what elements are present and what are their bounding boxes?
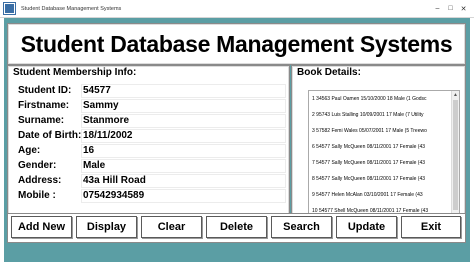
- dob-row: Date of Birth: 18/11/2002: [18, 128, 286, 143]
- surname-input[interactable]: Stanmore: [81, 113, 286, 128]
- surname-label: Surname:: [18, 115, 65, 126]
- age-input[interactable]: 16: [81, 143, 286, 158]
- list-item[interactable]: 7 54577 Sally McQueen 08/11/2001 17 Fema…: [312, 160, 425, 166]
- student-membership-frame: Student Membership Info: Student ID: 545…: [7, 65, 290, 224]
- add-new-button[interactable]: Add New: [11, 216, 72, 238]
- address-input[interactable]: 43a Hill Road: [81, 173, 286, 188]
- bottom-strip: [7, 243, 464, 257]
- list-item[interactable]: 9 54577 Helen McAlan 03/10/2001 17 Femal…: [312, 192, 423, 198]
- age-row: Age: 16: [18, 143, 286, 158]
- gender-label: Gender:: [18, 160, 57, 171]
- clear-button[interactable]: Clear: [141, 216, 202, 238]
- membership-frame-label: Student Membership Info:: [13, 67, 137, 78]
- firstname-row: Firstname: Sammy: [18, 98, 286, 113]
- dob-input[interactable]: 18/11/2002: [81, 128, 286, 143]
- list-item[interactable]: 3 57582 Femi Wales 05/07/2001 17 Male (5…: [312, 128, 427, 134]
- exit-button[interactable]: Exit: [401, 216, 461, 238]
- close-icon[interactable]: ✕: [457, 0, 470, 17]
- app-icon: [4, 3, 15, 14]
- minimize-icon[interactable]: –: [431, 0, 444, 17]
- book-details-label: Book Details:: [297, 67, 361, 78]
- student-id-row: Student ID: 54577: [18, 83, 286, 98]
- scroll-thumb[interactable]: [453, 100, 458, 210]
- mobile-label: Mobile :: [18, 190, 56, 201]
- mobile-input[interactable]: 07542934589: [81, 188, 286, 203]
- button-frame: Add New Display Clear Delete Search Upda…: [7, 213, 466, 243]
- address-row: Address: 43a Hill Road: [18, 173, 286, 188]
- firstname-input[interactable]: Sammy: [81, 98, 286, 113]
- header-frame: Student Database Management Systems: [7, 23, 466, 65]
- firstname-label: Firstname:: [18, 100, 70, 111]
- delete-button[interactable]: Delete: [206, 216, 267, 238]
- title-bar: Student Database Management Systems – □ …: [0, 0, 474, 18]
- age-label: Age:: [18, 145, 41, 156]
- window-controls: – □ ✕: [431, 0, 470, 17]
- list-item[interactable]: 2 95743 Luis Stalling 10/09/2001 17 Male…: [312, 112, 423, 118]
- window-title: Student Database Management Systems: [21, 5, 122, 12]
- mobile-row: Mobile : 07542934589: [18, 188, 286, 203]
- vertical-scrollbar[interactable]: ▲ ▼: [451, 91, 459, 222]
- student-id-label: Student ID:: [18, 85, 72, 96]
- display-button[interactable]: Display: [76, 216, 137, 238]
- book-details-listbox[interactable]: 1 34563 Paul Oamen 15/10/2000 18 Male (1…: [308, 90, 460, 223]
- gender-input[interactable]: Male: [81, 158, 286, 173]
- list-item[interactable]: 8 54577 Sally McQueen 08/11/2001 17 Fema…: [312, 176, 425, 182]
- scroll-up-icon[interactable]: ▲: [452, 91, 459, 99]
- app-window: Student Database Management Systems Stud…: [4, 18, 470, 262]
- list-item[interactable]: 1 34563 Paul Oamen 15/10/2000 18 Male (1…: [312, 96, 427, 102]
- page-title: Student Database Management Systems: [20, 30, 453, 57]
- address-label: Address:: [18, 175, 62, 186]
- update-button[interactable]: Update: [336, 216, 397, 238]
- maximize-icon[interactable]: □: [444, 0, 457, 17]
- gender-row: Gender: Male: [18, 158, 286, 173]
- search-button[interactable]: Search: [271, 216, 332, 238]
- surname-row: Surname: Stanmore: [18, 113, 286, 128]
- list-item[interactable]: 6 54577 Sally McQueen 08/11/2001 17 Fema…: [312, 144, 425, 150]
- student-id-input[interactable]: 54577: [81, 83, 286, 98]
- book-details-frame: Book Details: 1 34563 Paul Oamen 15/10/2…: [291, 65, 466, 224]
- dob-label: Date of Birth:: [18, 130, 82, 141]
